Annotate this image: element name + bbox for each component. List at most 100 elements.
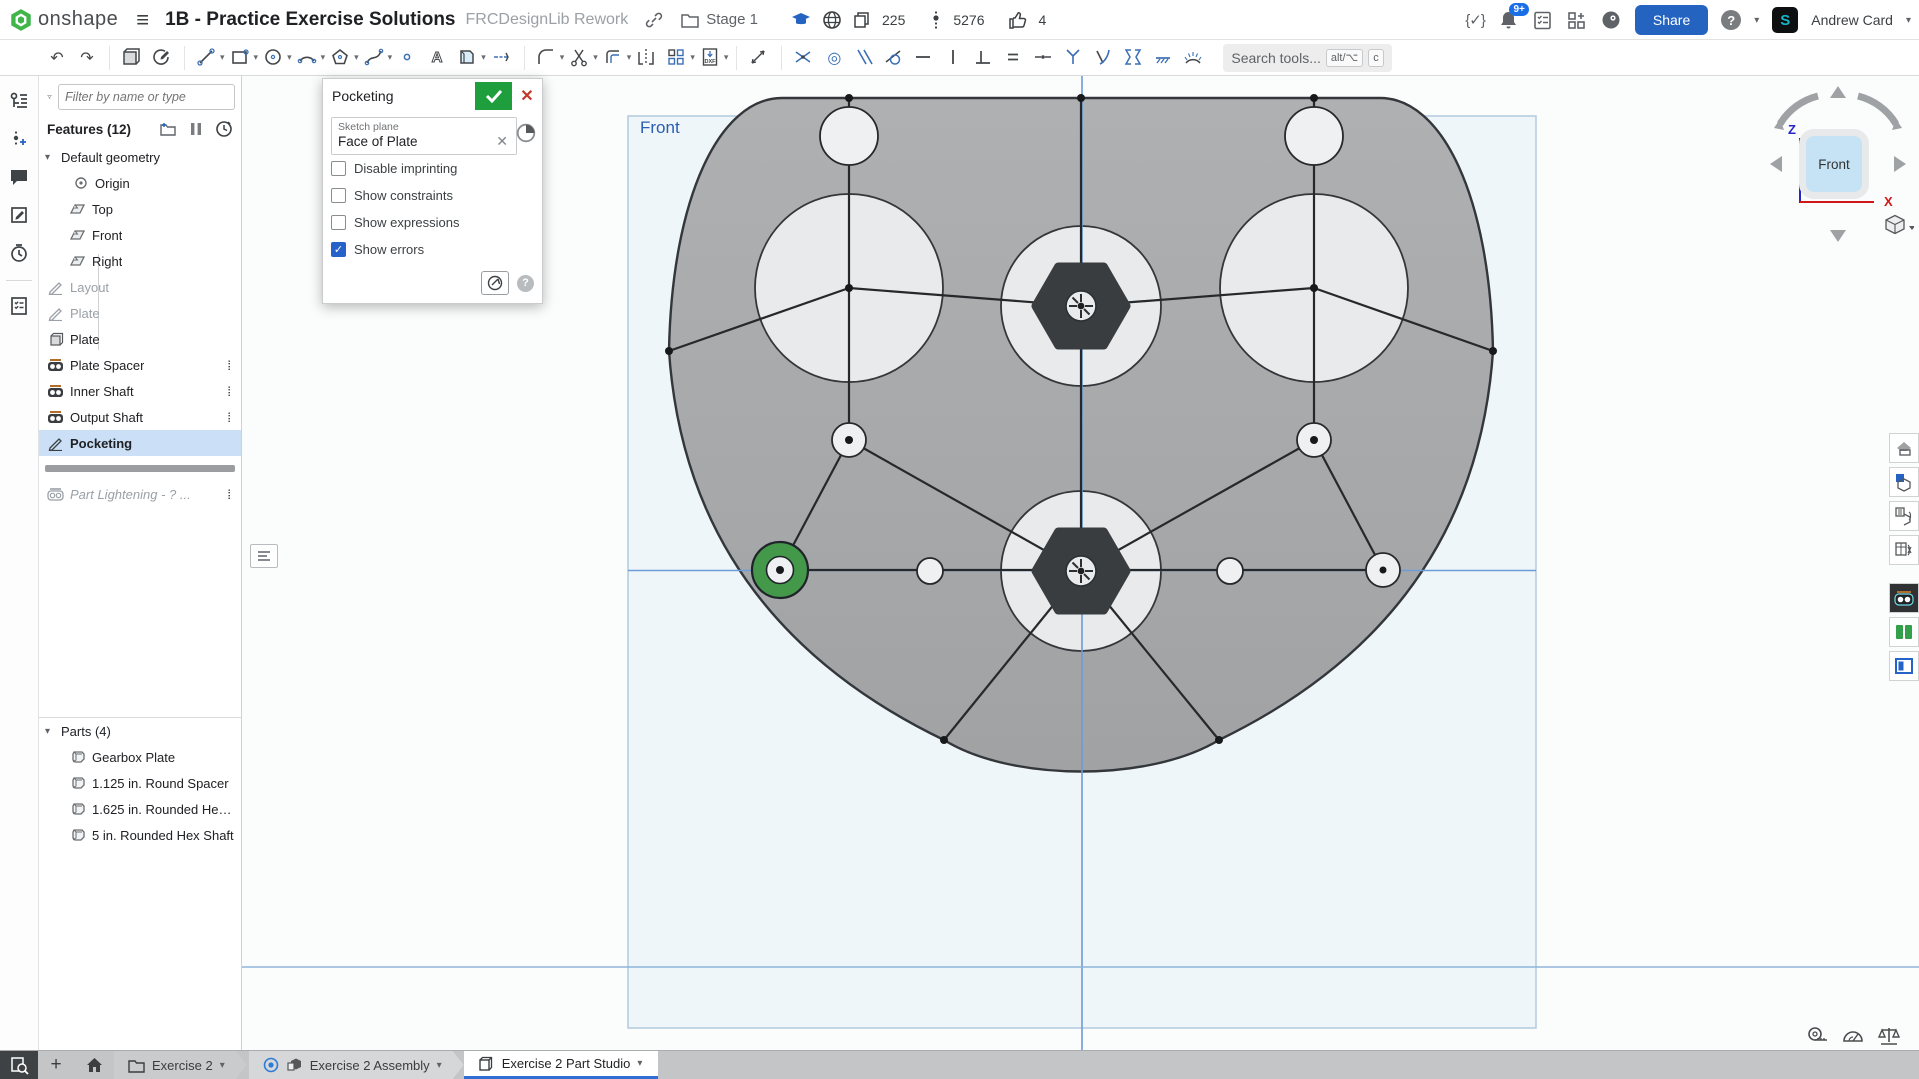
checkbox-icon[interactable]: [331, 215, 346, 230]
likes-icon[interactable]: [1007, 9, 1029, 31]
view-cube-front-face[interactable]: Front: [1806, 136, 1862, 192]
symmetric-constraint-icon[interactable]: [1122, 46, 1146, 70]
redo-icon[interactable]: ↷: [75, 46, 99, 70]
filter-input[interactable]: [58, 84, 235, 110]
sketch-plane-field[interactable]: Sketch plane Face of Plate ✕: [331, 117, 517, 155]
share-button[interactable]: Share: [1635, 5, 1708, 35]
rollback-history-icon[interactable]: [215, 120, 233, 138]
polygon-tool-icon[interactable]: [329, 46, 353, 70]
tab-exercise-2[interactable]: Exercise 2 ▾: [114, 1051, 247, 1079]
feature-item-front-plane[interactable]: Front: [39, 222, 241, 248]
horizontal-constraint-icon[interactable]: [912, 46, 936, 70]
use-project-caret-icon[interactable]: ▾: [481, 52, 486, 63]
trim-tool-caret-icon[interactable]: ▾: [593, 52, 598, 63]
versions-panel-icon[interactable]: [4, 124, 34, 154]
spline-tool-icon[interactable]: [363, 46, 387, 70]
offset-tool-icon[interactable]: [602, 46, 626, 70]
search-tools-input[interactable]: Search tools... alt/⌥ c: [1223, 44, 1391, 72]
user-menu-caret-icon[interactable]: ▾: [1906, 15, 1911, 26]
rotate-right-step-icon[interactable]: [1894, 156, 1906, 172]
import-dxf-icon[interactable]: DXF: [699, 46, 723, 70]
offset-tool-caret-icon[interactable]: ▾: [627, 52, 632, 63]
circle-tool-icon[interactable]: [262, 46, 286, 70]
featurescript-icon[interactable]: {✓}: [1465, 11, 1485, 29]
arc-tool-caret-icon[interactable]: ▾: [321, 52, 326, 63]
checklist-panel-icon[interactable]: [4, 291, 34, 321]
appearance-panel-icon[interactable]: [1889, 433, 1919, 463]
rectangle-tool-caret-icon[interactable]: ▾: [254, 52, 259, 63]
tab-exercise-2-part-studio[interactable]: Exercise 2 Part Studio ▾: [464, 1051, 659, 1079]
tab-caret-icon[interactable]: ▾: [637, 1058, 642, 1069]
rollback-bar[interactable]: [45, 465, 235, 472]
cube-view-menu-icon[interactable]: [1886, 216, 1914, 234]
pierce-constraint-icon[interactable]: [1062, 46, 1086, 70]
pattern-tool-icon[interactable]: [665, 46, 689, 70]
feature-item-pocketing[interactable]: Pocketing: [39, 430, 241, 456]
help-icon[interactable]: ?: [1721, 10, 1741, 30]
side-panel-toggle-icon[interactable]: [1889, 651, 1919, 681]
variables-panel-icon[interactable]: [1889, 535, 1919, 565]
arc-tool-icon[interactable]: [296, 46, 320, 70]
feature-item-plate-sketch[interactable]: Plate: [39, 300, 241, 326]
circle-tool-caret-icon[interactable]: ▾: [287, 52, 292, 63]
mkcad-panel-icon[interactable]: [1889, 583, 1919, 613]
rectangle-tool-icon[interactable]: [229, 46, 253, 70]
tangent-constraint-icon[interactable]: [882, 46, 906, 70]
kebab-menu-icon[interactable]: ⁞: [221, 487, 237, 502]
feature-item-default-geometry[interactable]: ▾ Default geometry: [39, 144, 241, 170]
checkbox-show-expressions[interactable]: Show expressions: [331, 209, 534, 236]
fix-constraint-icon[interactable]: [1152, 46, 1176, 70]
panel-resize-handle[interactable]: [250, 544, 278, 568]
fillet-tool-icon[interactable]: [535, 46, 559, 70]
parts-header-row[interactable]: ▾ Parts (4): [39, 718, 241, 744]
filter-icon[interactable]: [47, 88, 52, 106]
feature-item-plate-spacer[interactable]: Plate Spacer ⁞: [39, 352, 241, 378]
mirror-tool-icon[interactable]: [635, 46, 659, 70]
app-store-icon[interactable]: [1566, 10, 1587, 31]
feature-item-plate-extrude[interactable]: Plate: [39, 326, 241, 352]
point-tool-icon[interactable]: [396, 46, 420, 70]
feature-item-part-lightening[interactable]: Part Lightening - ? ... ⁞: [39, 481, 241, 507]
tab-manager-icon[interactable]: [0, 1051, 38, 1079]
new-folder-icon[interactable]: [159, 120, 177, 138]
coincident-constraint-icon[interactable]: [792, 46, 816, 70]
tab-exercise-2-assembly[interactable]: Exercise 2 Assembly ▾: [249, 1051, 464, 1079]
chevron-down-icon[interactable]: ▾: [45, 152, 61, 163]
parallel-constraint-icon[interactable]: [852, 46, 876, 70]
checkbox-show-errors[interactable]: ✓ Show errors: [331, 236, 534, 263]
tab-caret-icon[interactable]: ▾: [437, 1060, 442, 1071]
dialog-help-icon[interactable]: ?: [517, 275, 534, 292]
chevron-down-icon[interactable]: ▾: [45, 726, 61, 737]
edit-sketch-icon[interactable]: [150, 46, 174, 70]
folder-location[interactable]: Stage 1: [706, 11, 758, 28]
mass-properties-icon[interactable]: [1877, 1025, 1901, 1047]
polygon-tool-caret-icon[interactable]: ▾: [354, 52, 359, 63]
clear-selection-icon[interactable]: ✕: [494, 133, 510, 150]
concentric-constraint-icon[interactable]: ◎: [822, 46, 846, 70]
commit-button[interactable]: [475, 82, 512, 110]
sketch-plane-value[interactable]: Face of Plate: [338, 134, 494, 149]
history-panel-icon[interactable]: [4, 238, 34, 268]
suppress-toggle-icon[interactable]: [187, 120, 205, 138]
kebab-menu-icon[interactable]: ⁞: [221, 410, 237, 425]
configured-features-panel-icon[interactable]: [1889, 501, 1919, 531]
rotate-down-arrow-icon[interactable]: [1830, 230, 1846, 242]
line-tool-icon[interactable]: [195, 46, 219, 70]
spline-tool-caret-icon[interactable]: ▾: [388, 52, 393, 63]
notifications-bell-icon[interactable]: 9+: [1498, 10, 1519, 31]
vertical-constraint-icon[interactable]: [942, 46, 966, 70]
protractor-icon[interactable]: [1841, 1025, 1865, 1047]
notes-panel-icon[interactable]: [4, 200, 34, 230]
learning-center-icon[interactable]: [1600, 9, 1622, 31]
checkbox-checked-icon[interactable]: ✓: [331, 242, 346, 257]
fillet-tool-caret-icon[interactable]: ▾: [560, 52, 565, 63]
release-tasks-icon[interactable]: [1532, 10, 1553, 31]
kebab-menu-icon[interactable]: ⁞: [221, 358, 237, 373]
rotate-left-step-icon[interactable]: [1770, 156, 1782, 172]
checkbox-disable-imprinting[interactable]: Disable imprinting: [331, 155, 534, 182]
midpoint-constraint-icon[interactable]: [1032, 46, 1056, 70]
feature-list-panel-icon[interactable]: [4, 86, 34, 116]
part-item-rounded-hex[interactable]: 1.625 in. Rounded Hex ...: [39, 796, 241, 822]
cancel-button[interactable]: ✕: [512, 82, 542, 110]
help-caret-icon[interactable]: ▾: [1754, 15, 1759, 26]
